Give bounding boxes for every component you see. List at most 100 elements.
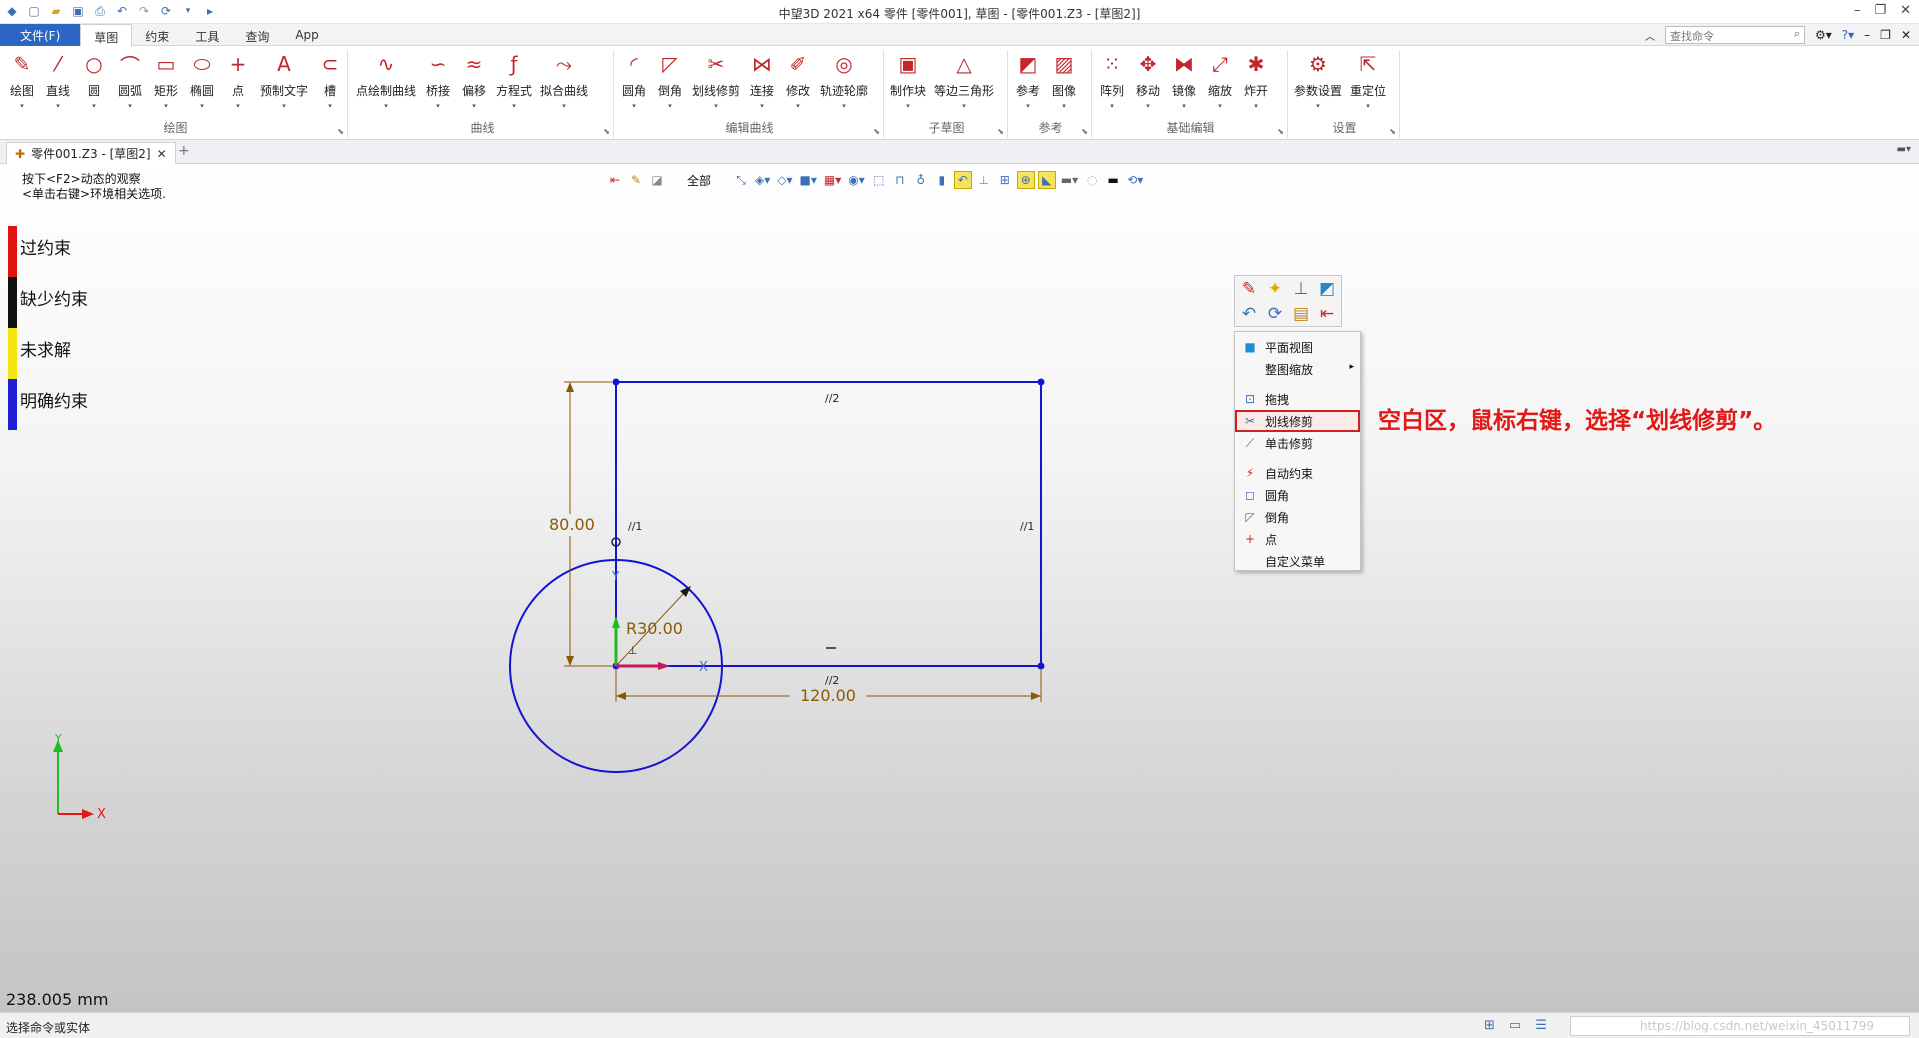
- x-axis-arrow[interactable]: [658, 662, 670, 670]
- chevron-down-icon[interactable]: ▾: [1218, 102, 1222, 110]
- group-launcher-icon[interactable]: ⬊: [1389, 127, 1396, 136]
- plane-view-tool-icon[interactable]: ◩: [1314, 276, 1340, 301]
- group-launcher-icon[interactable]: ⬊: [603, 127, 610, 136]
- doc-close-button[interactable]: ✕: [1901, 28, 1911, 42]
- ribbon-tool-button[interactable]: ◩ 参考 ▾: [1010, 50, 1046, 110]
- dimension-arrow[interactable]: [566, 656, 574, 666]
- group-launcher-icon[interactable]: ⬊: [337, 127, 344, 136]
- chevron-down-icon[interactable]: ▾: [282, 102, 286, 110]
- chevron-down-icon[interactable]: ▾: [1062, 102, 1066, 110]
- chevron-down-icon[interactable]: ▾: [1182, 102, 1186, 110]
- dimension-arrow[interactable]: [566, 382, 574, 392]
- chevron-down-icon[interactable]: ▾: [436, 102, 440, 110]
- sketch-viewport[interactable]: 按下<F2>动态的观察 <单击右键>环境相关选项. ⇤ ✎ ◪ 全部 ⤡ ◈▾ …: [0, 164, 1919, 1012]
- ribbon-tool-button[interactable]: ✥ 移动 ▾: [1130, 50, 1166, 110]
- tab-sketch[interactable]: 草图: [80, 24, 133, 46]
- chevron-down-icon[interactable]: ▾: [384, 102, 388, 110]
- chevron-down-icon[interactable]: ▾: [842, 102, 846, 110]
- y-axis-arrow[interactable]: [612, 616, 620, 628]
- chevron-down-icon[interactable]: ▾: [1316, 102, 1320, 110]
- chevron-down-icon[interactable]: ▾: [56, 102, 60, 110]
- chevron-down-icon[interactable]: ▾: [1254, 102, 1258, 110]
- close-button[interactable]: ✕: [1900, 3, 1911, 18]
- chevron-down-icon[interactable]: ▾: [328, 102, 332, 110]
- chevron-down-icon[interactable]: ▾: [164, 102, 168, 110]
- document-tab[interactable]: ✚ 零件001.Z3 - [草图2] ✕: [6, 142, 176, 164]
- undo-tool-icon[interactable]: ↶: [1236, 301, 1262, 326]
- dimension-tool-icon[interactable]: ⊥: [1288, 276, 1314, 301]
- context-menu-item[interactable]: ◸ 倒角: [1235, 506, 1360, 528]
- context-menu-item[interactable]: ⚡ 自动约束: [1235, 462, 1360, 484]
- context-menu-item[interactable]: 整图缩放 ▸: [1235, 358, 1360, 380]
- layout-icon[interactable]: ⊞: [1484, 1018, 1495, 1033]
- ribbon-tool-button[interactable]: ◜ 圆角 ▾: [616, 50, 652, 110]
- chevron-down-icon[interactable]: ▾: [796, 102, 800, 110]
- ribbon-tool-button[interactable]: ◸ 倒角 ▾: [652, 50, 688, 110]
- ribbon-tool-button[interactable]: A 预制文字 ▾: [256, 50, 312, 110]
- chevron-down-icon[interactable]: ▾: [128, 102, 132, 110]
- context-menu-item[interactable]: + 点: [1235, 528, 1360, 550]
- chevron-down-icon[interactable]: ▾: [632, 102, 636, 110]
- refresh-tool-icon[interactable]: ⟳: [1262, 301, 1288, 326]
- monitor-icon[interactable]: ▭: [1509, 1018, 1521, 1033]
- ribbon-tool-button[interactable]: ∽ 桥接 ▾: [420, 50, 456, 110]
- restore-button[interactable]: ❐: [1874, 3, 1886, 18]
- context-menu-item[interactable]: ✂ 划线修剪: [1235, 410, 1360, 432]
- group-launcher-icon[interactable]: ⬊: [1081, 127, 1088, 136]
- chevron-down-icon[interactable]: ▾: [668, 102, 672, 110]
- gear-icon[interactable]: ⚙▾: [1815, 28, 1832, 42]
- chevron-down-icon[interactable]: ▾: [472, 102, 476, 110]
- group-launcher-icon[interactable]: ⬊: [1277, 127, 1284, 136]
- ribbon-tool-button[interactable]: ⊂ 槽 ▾: [312, 50, 348, 110]
- context-menu-item[interactable]: ■ 平面视图: [1235, 336, 1360, 358]
- ribbon-tool-button[interactable]: ∿ 点绘制曲线 ▾: [352, 50, 420, 110]
- ribbon-tool-button[interactable]: ⤳ 拟合曲线 ▾: [536, 50, 592, 110]
- sketch-vertex[interactable]: [1037, 662, 1045, 670]
- tab-query[interactable]: 查询: [232, 24, 282, 46]
- paste-icon[interactable]: ▤: [1288, 301, 1314, 326]
- doc-minimize-button[interactable]: –: [1864, 28, 1870, 42]
- chevron-down-icon[interactable]: ▾: [512, 102, 516, 110]
- bulb-icon[interactable]: ✦: [1262, 276, 1288, 301]
- ribbon-tool-button[interactable]: ▣ 制作块 ▾: [886, 50, 930, 110]
- chevron-down-icon[interactable]: ▾: [1026, 102, 1030, 110]
- ribbon-tool-button[interactable]: ✐ 修改 ▾: [780, 50, 816, 110]
- ribbon-tool-button[interactable]: ✎ 绘图 ▾: [4, 50, 40, 110]
- ribbon-tool-button[interactable]: ○ 圆 ▾: [76, 50, 112, 110]
- chevron-down-icon[interactable]: ▾: [714, 102, 718, 110]
- sketch-vertex[interactable]: [1037, 378, 1045, 386]
- context-menu-item[interactable]: ⊡ 拖拽: [1235, 388, 1360, 410]
- chevron-down-icon[interactable]: ▾: [760, 102, 764, 110]
- chevron-down-icon[interactable]: ▾: [1146, 102, 1150, 110]
- chevron-down-icon[interactable]: ▾: [236, 102, 240, 110]
- chevron-down-icon[interactable]: ▾: [1110, 102, 1114, 110]
- ribbon-tool-button[interactable]: ≈ 偏移 ▾: [456, 50, 492, 110]
- ribbon-tool-button[interactable]: ▨ 图像 ▾: [1046, 50, 1082, 110]
- ribbon-tool-button[interactable]: ✱ 炸开 ▾: [1238, 50, 1274, 110]
- chevron-down-icon[interactable]: ▾: [962, 102, 966, 110]
- ribbon-tool-button[interactable]: ▭ 矩形 ▾: [148, 50, 184, 110]
- collapse-ribbon-icon[interactable]: ︿: [1645, 28, 1655, 43]
- ribbon-tool-button[interactable]: ⇱ 重定位 ▾: [1346, 50, 1390, 110]
- chevron-down-icon[interactable]: ▾: [200, 102, 204, 110]
- ribbon-tool-button[interactable]: ⁙ 阵列 ▾: [1094, 50, 1130, 110]
- close-tab-icon[interactable]: ✕: [157, 147, 167, 161]
- ribbon-tool-button[interactable]: ⚙ 参数设置 ▾: [1290, 50, 1346, 110]
- context-menu-item[interactable]: 自定义菜单: [1235, 550, 1360, 572]
- ribbon-tool-button[interactable]: ◎ 轨迹轮廓 ▾: [816, 50, 872, 110]
- chevron-down-icon[interactable]: ▾: [906, 102, 910, 110]
- tab-list-dropdown-icon[interactable]: ▬▾: [1897, 144, 1911, 155]
- ribbon-tool-button[interactable]: △ 等边三角形 ▾: [930, 50, 998, 110]
- ribbon-tool-button[interactable]: ⤢ 缩放 ▾: [1202, 50, 1238, 110]
- tab-constraint[interactable]: 约束: [132, 24, 182, 46]
- ribbon-tool-button[interactable]: ⬭ 椭圆 ▾: [184, 50, 220, 110]
- tab-tools[interactable]: 工具: [182, 24, 232, 46]
- file-menu[interactable]: 文件(F): [0, 24, 81, 46]
- ribbon-tool-button[interactable]: ⁄ 直线 ▾: [40, 50, 76, 110]
- ribbon-tool-button[interactable]: ✂ 划线修剪 ▾: [688, 50, 744, 110]
- chevron-down-icon[interactable]: ▾: [20, 102, 24, 110]
- ribbon-tool-button[interactable]: ƒ 方程式 ▾: [492, 50, 536, 110]
- window-list-icon[interactable]: ☰: [1535, 1018, 1547, 1033]
- group-launcher-icon[interactable]: ⬊: [873, 127, 880, 136]
- ribbon-tool-button[interactable]: ⧓ 镜像 ▾: [1166, 50, 1202, 110]
